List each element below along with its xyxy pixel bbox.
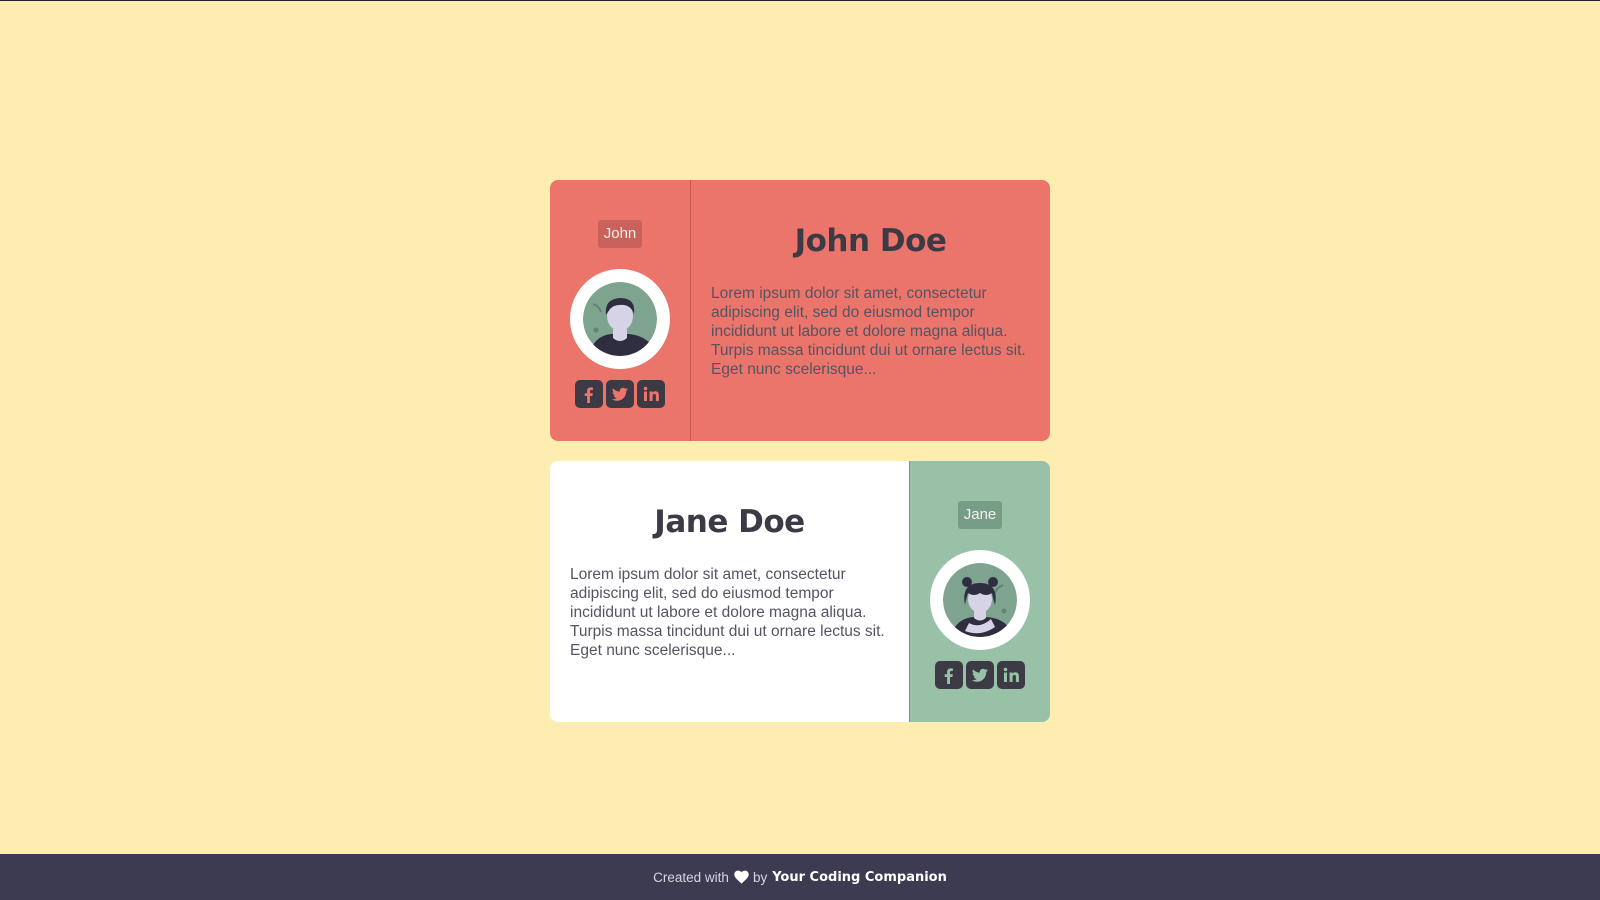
male-avatar-icon [583,282,657,356]
author-link[interactable]: Your Coding Companion [772,870,947,885]
twitter-icon[interactable] [606,380,634,408]
social-links [575,380,665,408]
social-links [935,661,1025,689]
card-content: John Doe Lorem ipsum dolor sit amet, con… [691,180,1050,441]
footer-prefix: Created with [653,869,729,885]
page-stage: John John Doe Lorem ipsum dolor sit amet… [0,1,1600,854]
twitter-icon[interactable] [966,661,994,689]
facebook-icon[interactable] [935,661,963,689]
card-sidebar: Jane [909,461,1050,722]
name-tag: Jane [957,501,1003,529]
facebook-icon[interactable] [575,380,603,408]
avatar [570,269,670,369]
heart-icon [734,870,749,884]
card-title: John Doe [794,223,947,259]
card-title: Jane Doe [654,504,805,540]
profile-card-jane: Jane Doe Lorem ipsum dolor sit amet, con… [550,461,1050,722]
avatar [930,550,1030,650]
footer: Created with by Your Coding Companion [0,854,1600,900]
card-content: Jane Doe Lorem ipsum dolor sit amet, con… [550,461,909,722]
footer-by: by [752,869,768,885]
name-tag: John [597,220,643,248]
card-description: Lorem ipsum dolor sit amet, consectetur … [570,566,885,659]
card-sidebar: John [550,180,691,441]
linkedin-icon[interactable] [637,380,665,408]
female-avatar-icon [943,563,1017,637]
card-description: Lorem ipsum dolor sit amet, consectetur … [711,285,1026,378]
linkedin-icon[interactable] [997,661,1025,689]
profile-card-john: John John Doe Lorem ipsum dolor sit amet… [550,180,1050,441]
